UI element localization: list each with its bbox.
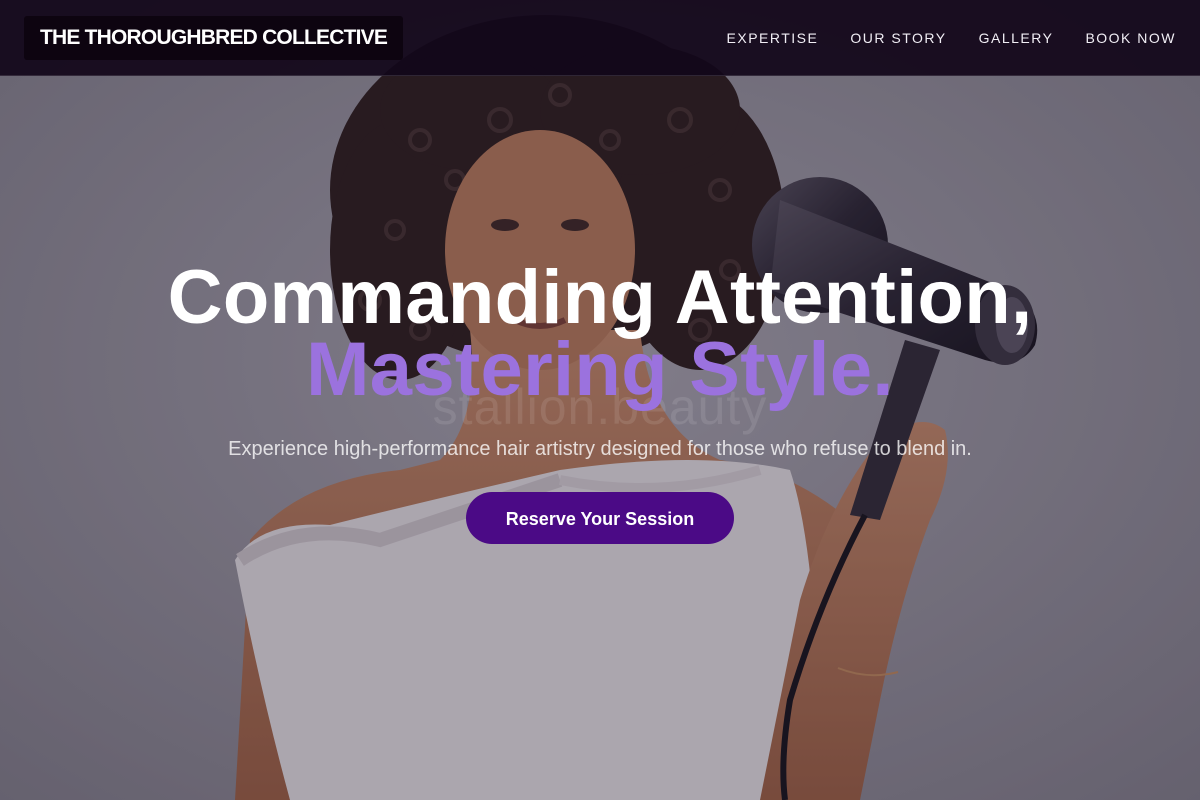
hero-section: Commanding Attention, Mastering Style. E… (0, 255, 1200, 544)
nav-link-gallery[interactable]: GALLERY (979, 30, 1054, 46)
hero-headline: Commanding Attention, Mastering Style. (0, 255, 1200, 412)
hero-headline-line2: Mastering Style. (306, 327, 894, 412)
nav-link-our-story[interactable]: OUR STORY (850, 30, 946, 46)
nav-link-expertise[interactable]: EXPERTISE (727, 30, 819, 46)
main-nav: EXPERTISE OUR STORY GALLERY BOOK NOW (695, 0, 1176, 76)
hero-subtitle: Experience high-performance hair artistr… (228, 438, 972, 460)
nav-link-book-now[interactable]: BOOK NOW (1085, 30, 1176, 46)
brand-logo[interactable]: THE THOROUGHBRED COLLECTIVE (24, 16, 404, 60)
hero-headline-line1: Commanding Attention, (167, 255, 1033, 340)
reserve-session-button[interactable]: Reserve Your Session (466, 492, 734, 544)
site-header: THE THOROUGHBRED COLLECTIVE EXPERTISE OU… (0, 0, 1200, 76)
